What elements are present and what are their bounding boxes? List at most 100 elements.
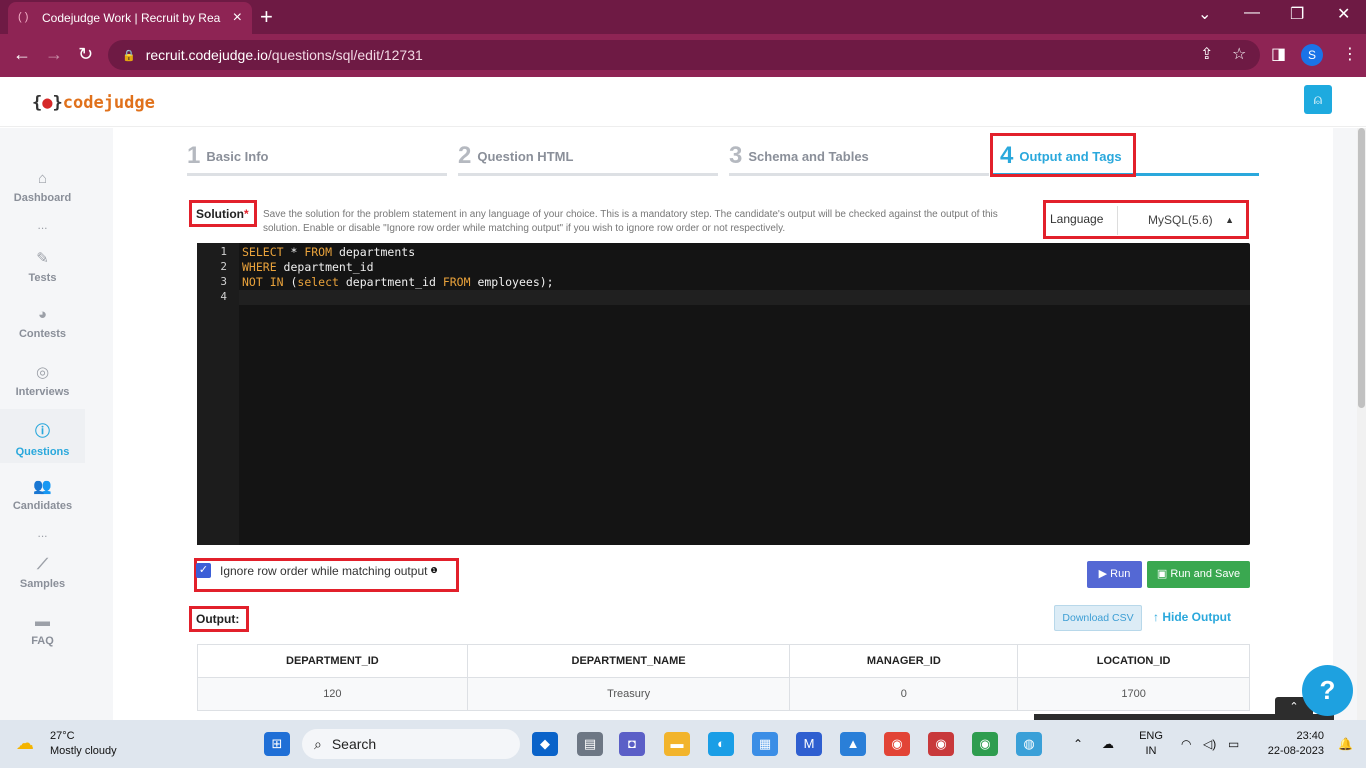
save-icon: ▣ [1156,568,1168,580]
sidebar-item-interviews[interactable]: ◎ Interviews [0,363,85,398]
photos-icon[interactable]: ▲ [840,732,866,756]
onedrive-icon[interactable]: ☁ [1102,737,1114,751]
wifi-icon[interactable]: ◠ [1181,737,1191,751]
tray-chevron-icon[interactable]: ⌃ [1073,737,1083,751]
run-button[interactable]: ▶ Run [1087,561,1142,588]
download-csv-button[interactable]: Download CSV [1054,605,1142,631]
url-host: recruit.codejudge.io [145,47,268,63]
column-header: LOCATION_ID [1017,644,1250,678]
sidebar-item-candidates[interactable]: 👥 Candidates [0,477,85,512]
side-panel-icon[interactable]: ◨ [1271,44,1286,64]
arrow-up-icon: ↑ [1153,610,1159,624]
code-line-2[interactable]: WHERE department_id [242,260,374,274]
weather-widget[interactable]: ☁ 27°C Mostly cloudy [16,729,117,759]
line-number: 1 [220,245,227,258]
users-icon: 👥 [33,478,52,495]
table-header-row: DEPARTMENT_ID DEPARTMENT_NAME MANAGER_ID… [197,644,1250,678]
network-app-icon[interactable]: ◍ [1016,732,1042,756]
sidebar-item-questions[interactable]: ⓘ Questions [0,409,85,463]
taskbar-search[interactable]: ⌕ Search [302,729,520,759]
chrome-icon[interactable]: ◉ [884,732,910,756]
minimize-button[interactable]: — [1244,4,1260,22]
home-icon: ⌂ [37,170,48,187]
tab-basic-info[interactable]: 1 Basic Info [187,136,268,176]
new-tab-button[interactable]: + [260,4,273,30]
table-row: 120 Treasury 0 1700 [197,677,1250,711]
line-number: 3 [220,275,227,288]
sidebar-divider: ... [37,218,48,232]
tab-close-icon[interactable]: × [233,9,242,27]
code-line-1[interactable]: SELECT * FROM departments [242,245,415,259]
search-icon: ⌕ [314,735,322,752]
close-window-button[interactable]: ✕ [1337,4,1350,24]
table-cell: 120 [197,677,468,711]
chrome-alt-icon[interactable]: ◉ [972,732,998,756]
back-button[interactable]: ← [13,44,31,65]
editor-gutter [197,243,239,545]
share-icon[interactable]: ⇪ [1200,44,1213,64]
solution-label: Solution* [196,207,249,221]
chart-icon: ⟋ [37,556,48,573]
column-header: DEPARTMENT_NAME [466,644,791,678]
folder-icon[interactable]: ▬ [664,732,690,756]
windows-start-icon[interactable]: ⊞ [264,732,290,756]
battery-icon[interactable]: ▭ [1228,737,1239,751]
volume-icon[interactable]: ◁) [1203,737,1216,751]
edge-icon[interactable]: ◐ [708,732,734,756]
pie-icon: ◕ [37,306,48,323]
lock-icon[interactable]: 🔒 [122,49,136,62]
table-cell: Treasury [466,677,791,711]
hide-output-link[interactable]: ↑ Hide Output [1153,610,1231,624]
browser-tab[interactable]: ( ) Codejudge Work | Recruit by Rea × [8,2,252,34]
line-number: 2 [220,260,227,273]
ignore-row-order-checkbox[interactable]: ✓ [196,563,211,578]
run-and-save-button[interactable]: ▣ Run and Save [1147,561,1250,588]
help-button[interactable]: ? [1302,665,1353,716]
ignore-row-order-option[interactable]: ✓ Ignore row order while matching output… [196,563,438,578]
pencil-icon: ✎ [36,250,49,267]
language-select[interactable]: MySQL(5.6) ▲▼ [1117,206,1244,254]
favicon-icon: ( ) [18,11,29,23]
sidebar-item-faq[interactable]: ▬ FAQ [0,613,85,647]
column-header: MANAGER_ID [789,644,1019,678]
sidebar-item-contests[interactable]: ◕ Contests [0,306,85,340]
store-icon[interactable]: ▦ [752,732,778,756]
app-mz-icon[interactable]: M [796,732,822,756]
reload-button[interactable]: ↻ [78,44,93,65]
bookmark-star-icon[interactable]: ☆ [1232,44,1246,64]
column-header: DEPARTMENT_ID [197,644,468,678]
profile-avatar[interactable]: S [1301,44,1323,66]
sidebar-item-dashboard[interactable]: ⌂ Dashboard [0,170,85,204]
tab-search-icon[interactable]: ⌄ [1198,4,1211,24]
notification-bell-icon[interactable]: 🔔 [1338,737,1353,751]
table-cell: 1700 [1017,677,1250,711]
maximize-button[interactable]: ❐ [1290,4,1304,24]
cloud-sun-icon: ☁ [16,733,34,753]
app-pre-icon[interactable]: ◆ [532,732,558,756]
tab-title: Codejudge Work | Recruit by Rea [42,11,221,25]
tab-question-html[interactable]: 2 Question HTML [458,136,573,176]
codejudge-logo[interactable]: {●}codejudge [32,93,155,113]
code-line-3[interactable]: NOT IN (select department_id FROM employ… [242,275,554,289]
sidebar-item-tests[interactable]: ✎ Tests [0,249,85,284]
ignore-row-order-label: Ignore row order while matching output [220,563,428,578]
url-field[interactable]: 🔒 recruit.codejudge.io/questions/sql/edi… [108,40,1260,70]
teams-chat-icon[interactable]: ◘ [619,732,645,756]
browser-menu-icon[interactable]: ⋮ [1342,44,1358,64]
play-icon: ▶ [1098,568,1108,580]
chrome-profile-icon[interactable]: ◉ [928,732,954,756]
step-progress-line [729,173,989,176]
broadcast-icon: ◎ [35,364,50,381]
system-clock[interactable]: 23:40 22-08-2023 [1262,729,1324,759]
forward-button[interactable]: → [45,44,63,65]
highlight-box [990,133,1136,177]
tab-schema-and-tables[interactable]: 3 Schema and Tables [729,136,869,176]
user-menu-button[interactable]: ⍝ [1304,85,1332,114]
input-language[interactable]: ENG IN [1138,729,1164,759]
info-icon[interactable]: ❶ [430,566,437,575]
sidebar-item-samples[interactable]: ⟋ Samples [0,556,85,590]
file-explorer-alt-icon[interactable]: ▤ [577,732,603,756]
editor-active-line [239,290,1250,305]
page-scrollbar-thumb[interactable] [1358,128,1365,408]
chevron-up-icon: ⌃ [1289,701,1299,713]
